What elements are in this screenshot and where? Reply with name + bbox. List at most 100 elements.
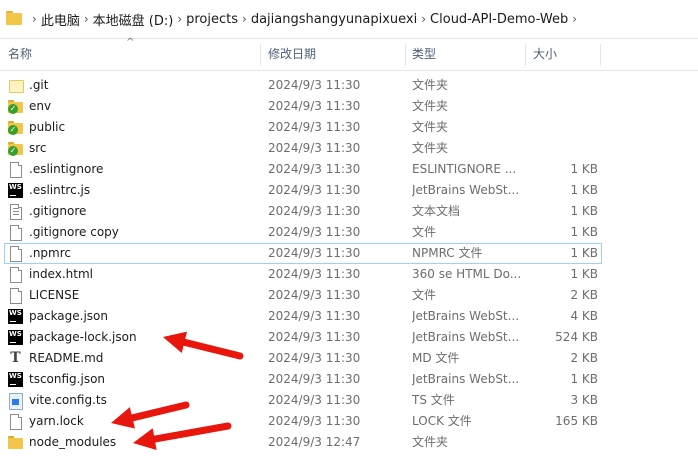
markdown-icon: T <box>10 350 21 366</box>
file-date: 2024/9/3 11:30 <box>268 99 361 113</box>
file-row[interactable]: .gitignore 2024/9/3 11:30 文本文档 1 KB <box>0 201 698 222</box>
file-type: 文件 <box>412 288 437 302</box>
folder-synced-icon: ✓ <box>8 141 23 156</box>
file-date: 2024/9/3 11:30 <box>268 330 361 344</box>
folder-icon <box>6 11 28 27</box>
file-row[interactable]: yarn.lock 2024/9/3 11:30 LOCK 文件 165 KB <box>0 411 698 432</box>
breadcrumb-item[interactable]: Cloud-API-Demo-Web <box>430 12 568 27</box>
file-date: 2024/9/3 11:30 <box>268 393 361 407</box>
column-divider[interactable] <box>525 44 526 66</box>
file-name: package.json <box>29 309 109 323</box>
file-name: LICENSE <box>29 288 80 302</box>
file-size: 4 KB <box>570 309 598 323</box>
breadcrumb-separator-icon[interactable]: › <box>32 12 37 26</box>
file-row[interactable]: ✓ public 2024/9/3 11:30 文件夹 <box>0 117 698 138</box>
folder-icon <box>8 435 23 450</box>
sort-ascending-icon: ^ <box>126 37 135 48</box>
folder-synced-icon: ✓ <box>8 99 23 114</box>
file-row[interactable]: .eslintignore 2024/9/3 11:30 ESLINTIGNORE … <box>0 159 698 180</box>
file-type: 文件夹 <box>412 435 449 449</box>
webstorm-icon: WS <box>8 330 23 345</box>
file-size: 524 KB <box>555 330 598 344</box>
file-name: .eslintrc.js <box>29 183 91 197</box>
file-row[interactable]: WS package.json 2024/9/3 11:30 JetBrains We… <box>0 306 698 327</box>
file-type: 文件夹 <box>412 78 449 92</box>
file-size: 1 KB <box>570 183 598 197</box>
file-size: 1 KB <box>570 162 598 176</box>
file-icon <box>8 162 23 178</box>
file-size <box>530 75 598 96</box>
column-divider[interactable] <box>405 44 406 66</box>
file-size: 2 KB <box>570 351 598 365</box>
folder-plain-icon <box>8 78 24 93</box>
file-name: node_modules <box>29 435 117 449</box>
file-name: .gitignore <box>29 204 87 218</box>
column-header: ^ 名称 修改日期 类型 大小 <box>0 38 698 71</box>
breadcrumb-separator-icon[interactable]: › <box>177 12 182 26</box>
file-date: 2024/9/3 11:30 <box>268 372 361 386</box>
folder-synced-icon: ✓ <box>8 120 23 135</box>
file-row[interactable]: ✓ src 2024/9/3 11:30 文件夹 <box>0 138 698 159</box>
file-row[interactable]: WS package-lock.json 2024/9/3 11:30 JetBrai… <box>0 327 698 348</box>
file-name: README.md <box>29 351 104 365</box>
file-size <box>530 96 598 117</box>
file-row[interactable]: WS tsconfig.json 2024/9/3 11:30 JetBrains W… <box>0 369 698 390</box>
file-row[interactable]: LICENSE 2024/9/3 11:30 文件 2 KB <box>0 285 698 306</box>
file-date: 2024/9/3 11:30 <box>268 204 361 218</box>
breadcrumb-separator-icon[interactable]: › <box>242 12 247 26</box>
file-date: 2024/9/3 11:30 <box>268 267 361 281</box>
column-date-header[interactable]: 修改日期 <box>268 38 316 70</box>
file-size: 1 KB <box>570 204 598 218</box>
file-type: JetBrains WebSt... <box>412 309 520 323</box>
file-name: index.html <box>29 267 93 281</box>
file-row[interactable]: ✓ env 2024/9/3 11:30 文件夹 <box>0 96 698 117</box>
breadcrumb-separator-icon[interactable]: › <box>84 12 89 26</box>
breadcrumb-separator-icon[interactable]: › <box>572 12 577 26</box>
typescript-file-icon <box>8 393 23 410</box>
file-type: LOCK 文件 <box>412 414 472 428</box>
file-row[interactable]: WS .eslintrc.js 2024/9/3 11:30 JetBrains We… <box>0 180 698 201</box>
column-size-header[interactable]: 大小 <box>533 38 557 70</box>
file-icon <box>8 225 23 241</box>
file-type: JetBrains WebSt... <box>412 330 520 344</box>
file-size: 3 KB <box>570 393 598 407</box>
file-name: .git <box>29 78 49 92</box>
file-name: package-lock.json <box>29 330 137 344</box>
file-type: NPMRC 文件 <box>412 246 483 260</box>
breadcrumb-item[interactable]: projects <box>186 12 238 27</box>
text-file-icon <box>8 204 23 220</box>
file-row[interactable]: .git 2024/9/3 11:30 文件夹 <box>0 75 698 96</box>
breadcrumb-item[interactable]: 此电脑 <box>41 10 80 29</box>
file-size: 1 KB <box>570 225 598 239</box>
file-name: src <box>29 141 47 155</box>
breadcrumb-separator-icon[interactable]: › <box>421 12 426 26</box>
column-type-header[interactable]: 类型 <box>412 38 436 70</box>
file-row[interactable]: node_modules 2024/9/3 12:47 文件夹 <box>0 432 698 453</box>
column-divider[interactable] <box>600 44 601 66</box>
address-bar[interactable]: › 此电脑 › 本地磁盘 (D:) › projects › dajiangshangyuna… <box>0 0 698 39</box>
breadcrumb-item[interactable]: dajiangshangyunapixuexi <box>251 12 417 27</box>
file-date: 2024/9/3 11:30 <box>268 414 361 428</box>
file-size: 1 KB <box>570 267 598 281</box>
file-name: public <box>29 120 66 134</box>
breadcrumb-item[interactable]: 本地磁盘 (D:) <box>93 10 174 29</box>
file-type: JetBrains WebSt... <box>412 183 520 197</box>
file-row[interactable]: T README.md 2024/9/3 11:30 MD 文件 2 KB <box>0 348 698 369</box>
file-size <box>530 138 598 159</box>
file-row[interactable]: .npmrc 2024/9/3 11:30 NPMRC 文件 1 KB <box>0 243 698 264</box>
file-date: 2024/9/3 11:30 <box>268 183 361 197</box>
file-icon <box>8 288 23 304</box>
file-name: .gitignore copy <box>29 225 119 239</box>
file-date: 2024/9/3 11:30 <box>268 225 361 239</box>
file-row[interactable]: index.html 2024/9/3 11:30 360 se HTML Do..… <box>0 264 698 285</box>
file-name: .eslintignore <box>29 162 104 176</box>
file-name: vite.config.ts <box>29 393 107 407</box>
file-name: env <box>29 99 52 113</box>
file-row[interactable]: .gitignore copy 2024/9/3 11:30 文件 1 KB <box>0 222 698 243</box>
column-name-header[interactable]: 名称 <box>8 38 32 70</box>
file-date: 2024/9/3 11:30 <box>268 246 361 260</box>
file-row[interactable]: vite.config.ts 2024/9/3 11:30 TS 文件 3 KB <box>0 390 698 411</box>
column-divider[interactable] <box>260 44 261 66</box>
file-size: 1 KB <box>570 246 598 260</box>
file-size: 165 KB <box>555 414 598 428</box>
